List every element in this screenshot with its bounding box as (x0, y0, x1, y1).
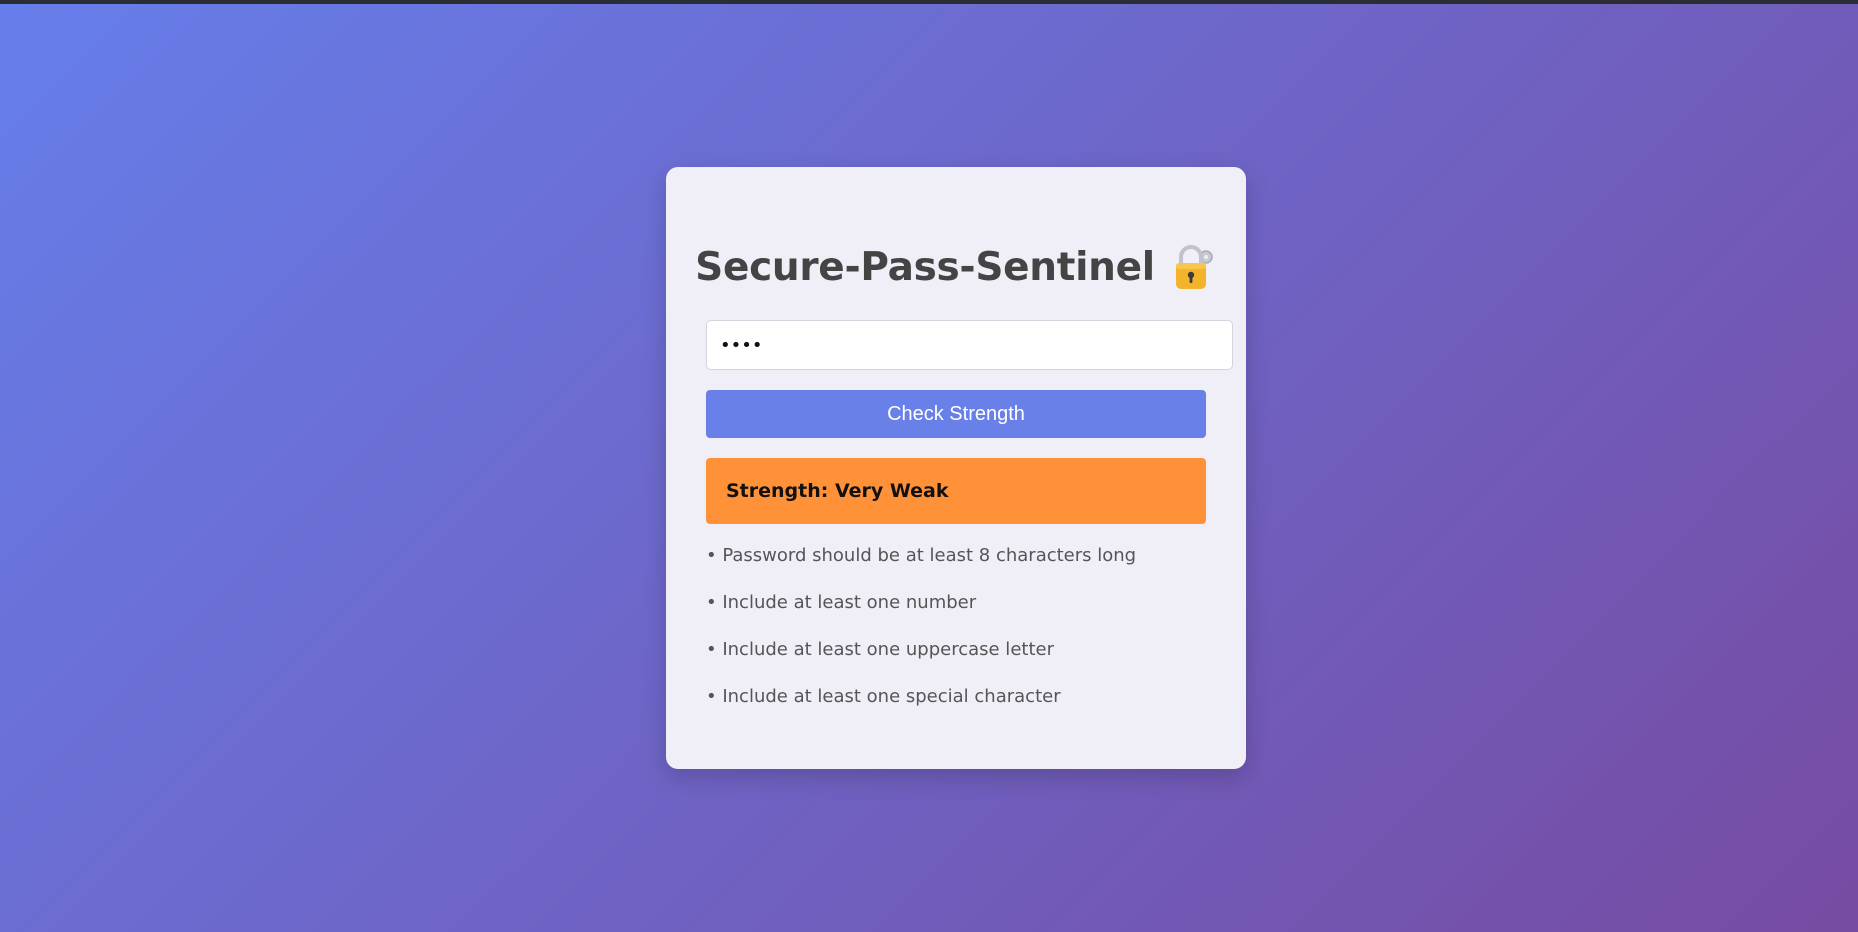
app-title: Secure-Pass-Sentinel (695, 244, 1155, 290)
check-strength-button[interactable]: Check Strength (706, 390, 1206, 438)
suggestion-item: • Include at least one number (706, 592, 977, 613)
suggestions-list: • Password should be at least 8 characte… (706, 543, 1226, 731)
password-input[interactable] (706, 320, 1233, 370)
strength-result-text: Strength: Very Weak (726, 480, 949, 502)
password-checker-card: Secure-Pass-Sentinel •••• Check Strength… (666, 167, 1246, 769)
suggestion-item: • Password should be at least 8 characte… (706, 545, 1137, 566)
strength-result-box: Strength: Very Weak (706, 458, 1206, 524)
suggestion-item: • Include at least one special character (706, 686, 1061, 707)
title-row: Secure-Pass-Sentinel (666, 239, 1246, 295)
page-background: Secure-Pass-Sentinel •••• Check Strength… (0, 4, 1858, 932)
lock-with-key-icon (1173, 244, 1217, 290)
suggestion-item: • Include at least one uppercase letter (706, 639, 1054, 660)
